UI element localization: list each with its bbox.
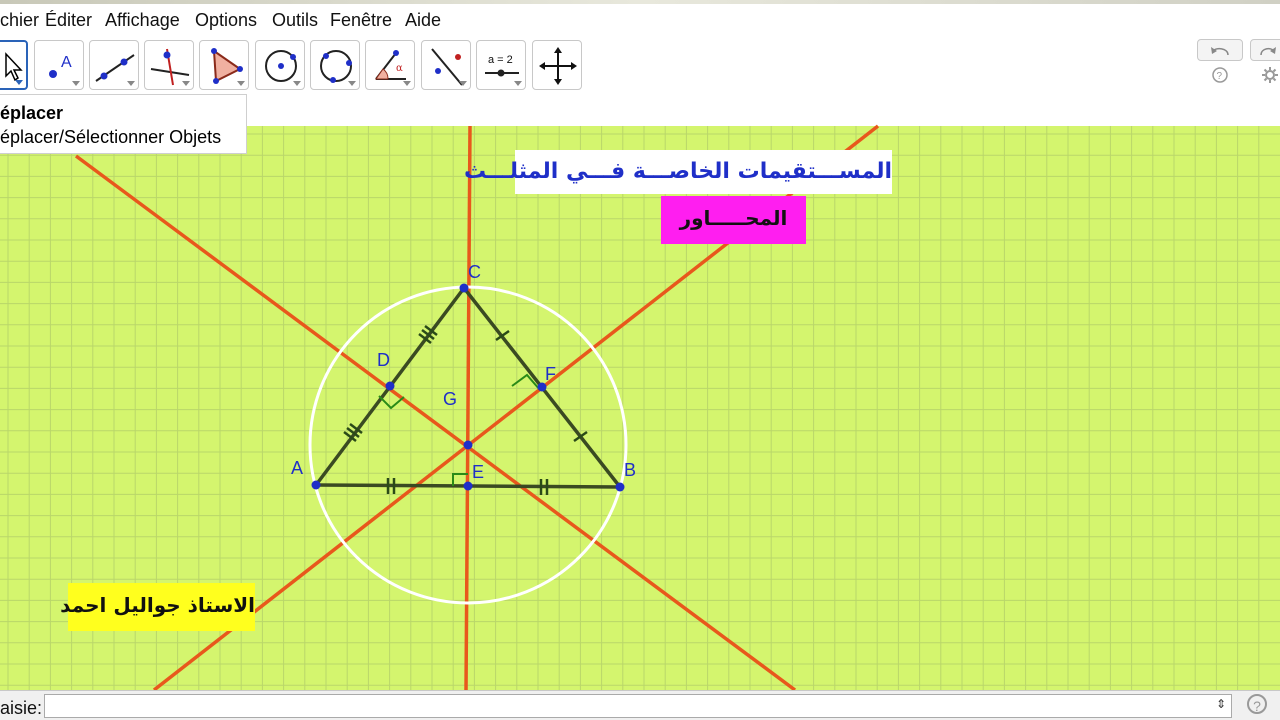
point-b[interactable]: [615, 482, 625, 492]
redo-icon: [1260, 47, 1276, 56]
move-tool-button[interactable]: [0, 40, 28, 90]
perpendicular-tool-button[interactable]: [144, 40, 194, 90]
menu-options[interactable]: Options: [195, 9, 257, 31]
input-bar: aisie: ⇕ ?: [0, 690, 1280, 720]
move-view-tool-button[interactable]: [532, 40, 582, 90]
svg-text:α: α: [396, 63, 403, 74]
window-top-strip: [0, 0, 1280, 4]
svg-text:a = 2: a = 2: [488, 54, 513, 66]
author-label[interactable]: الاستاذ جواليل احمد: [60, 583, 255, 631]
input-history-arrow-icon[interactable]: ⇕: [1216, 697, 1226, 711]
point-tool-button[interactable]: A: [34, 40, 84, 90]
undo-button[interactable]: [1197, 39, 1243, 61]
label-g[interactable]: G: [443, 389, 457, 409]
undo-icon: [1211, 47, 1229, 56]
label-b[interactable]: B: [624, 460, 636, 480]
geogebra-window: chier Éditer Affichage Options Outils Fe…: [0, 0, 1280, 720]
menu-outils[interactable]: Outils: [272, 9, 318, 31]
point-e[interactable]: [463, 481, 473, 491]
menu-bar: chier Éditer Affichage Options Outils Fe…: [0, 0, 1280, 39]
menu-editer[interactable]: Éditer: [45, 9, 92, 31]
menu-affichage[interactable]: Affichage: [105, 9, 180, 31]
title-label[interactable]: المســـتقيمات الخاصـــة فـــي المثلـــث: [464, 150, 892, 194]
reflect-tool-button[interactable]: [421, 40, 471, 90]
circle-three-points-tool-button[interactable]: [310, 40, 360, 90]
graphics-view[interactable]: A B C D E F G المســـتقيمات الخاصـــة فـ…: [0, 94, 1280, 690]
line-tool-button[interactable]: [89, 40, 139, 90]
polygon-tool-button[interactable]: [199, 40, 249, 90]
help-icon[interactable]: ?: [1211, 66, 1229, 84]
label-a[interactable]: A: [291, 458, 303, 478]
point-a[interactable]: [311, 480, 321, 490]
slider-tool-button[interactable]: a = 2: [476, 40, 526, 90]
toolbar: A α a = 2 ?: [0, 38, 1280, 94]
tool-tooltip: éplacer éplacer/Sélectionner Objets: [0, 94, 247, 154]
label-c[interactable]: C: [468, 262, 481, 282]
tooltip-description: éplacer/Sélectionner Objets: [0, 127, 222, 147]
menu-fichier[interactable]: chier: [0, 9, 39, 31]
subtitle-label[interactable]: المحـــــاور: [661, 196, 806, 244]
input-field[interactable]: [44, 694, 1232, 718]
input-help-button[interactable]: ?: [1247, 694, 1267, 714]
svg-text:A: A: [61, 54, 72, 71]
label-e[interactable]: E: [472, 462, 484, 482]
circle-tool-button[interactable]: [255, 40, 305, 90]
menu-aide[interactable]: Aide: [405, 9, 441, 31]
move-graphics-view-icon: [539, 47, 577, 85]
redo-button[interactable]: [1250, 39, 1280, 61]
point-c[interactable]: [459, 283, 469, 293]
point-g[interactable]: [463, 440, 473, 450]
tooltip-title: éplacer: [0, 103, 64, 123]
angle-tool-button[interactable]: α: [365, 40, 415, 90]
menu-fenetre[interactable]: Fenêtre: [330, 9, 392, 31]
point-d[interactable]: [385, 381, 395, 391]
svg-text:?: ?: [1217, 71, 1223, 82]
label-d[interactable]: D: [377, 350, 390, 370]
settings-gear-icon[interactable]: [1261, 66, 1279, 84]
label-f[interactable]: F: [545, 364, 556, 384]
input-label: aisie:: [0, 698, 43, 718]
